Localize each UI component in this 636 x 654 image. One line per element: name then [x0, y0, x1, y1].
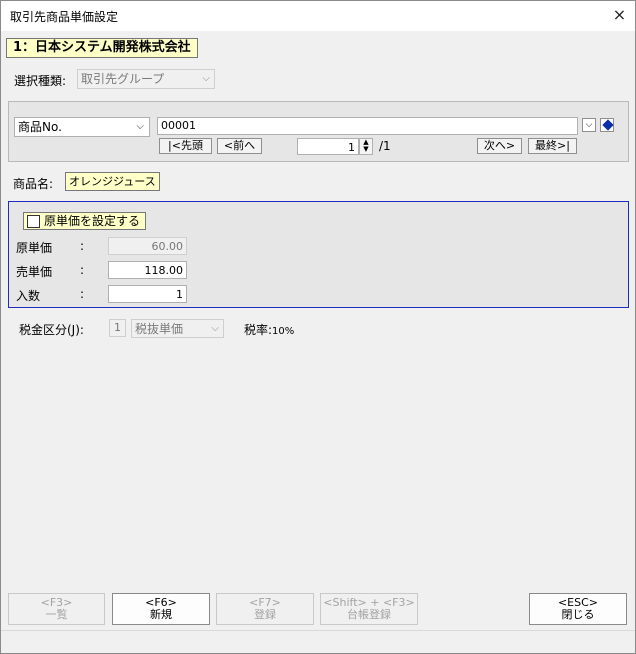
selection-type-label: 選択種類: [14, 74, 67, 88]
product-code-input[interactable]: 00001 [157, 117, 578, 135]
set-cost-label: 原単価を設定する [44, 214, 141, 228]
ledger-register-button-label: 台帳登録 [347, 608, 391, 621]
company-badge: 1：日本システム開発株式会社 [6, 38, 198, 58]
search-diamond-icon[interactable] [600, 118, 614, 132]
tax-rate-value: 10% [272, 326, 295, 337]
page-total: /1 [379, 139, 391, 153]
product-name-value: オレンジジュース [65, 172, 160, 191]
dialog-window [0, 0, 636, 654]
sell-price-label: 売単価 [16, 265, 53, 279]
footer-divider [1, 630, 635, 631]
tax-code-input[interactable]: 1 [109, 319, 126, 337]
new-button[interactable]: <F6> 新規 [112, 593, 210, 625]
register-button[interactable]: <F7> 登録 [216, 593, 314, 625]
cost-price-input[interactable]: 60.00 [108, 237, 187, 255]
sell-price-input[interactable]: 118.00 [108, 261, 187, 279]
prev-record-button[interactable]: <前へ [217, 138, 262, 154]
search-key-value: 商品No. [18, 120, 62, 134]
next-record-button[interactable]: 次へ> [477, 138, 522, 154]
product-name-label: 商品名: [13, 177, 54, 191]
register-button-label: 登録 [254, 608, 276, 621]
last-record-button[interactable]: 最終>| [528, 138, 577, 154]
dropdown-toggle-icon[interactable]: ⌵ [582, 118, 596, 132]
page-spinner[interactable]: ▲ ▼ [359, 138, 373, 155]
quantity-input[interactable]: 1 [108, 285, 187, 303]
sell-price-colon: : [80, 263, 85, 277]
chevron-down-icon: ⌵ [136, 121, 144, 132]
search-key-select[interactable]: 商品No. ⌵ [14, 117, 150, 137]
pricing-panel: 原単価を設定する [8, 201, 629, 308]
selection-type-value: 取引先グループ [81, 72, 165, 86]
quantity-label: 入数 [16, 289, 41, 303]
chevron-down-icon: ⌵ [202, 73, 210, 84]
cost-price-label: 原単価 [16, 241, 53, 255]
first-record-button[interactable]: |<先頭 [159, 138, 212, 154]
checkbox-box[interactable] [27, 215, 40, 228]
list-button[interactable]: <F3> 一覧 [8, 593, 105, 625]
selection-type-select[interactable]: 取引先グループ ⌵ [77, 69, 215, 89]
chevron-down-icon: ⌵ [211, 323, 219, 334]
tax-rate-label: 税率:10% [244, 323, 295, 337]
quantity-colon: : [80, 287, 85, 301]
page-number-input[interactable]: 1 [297, 138, 359, 155]
list-button-label: 一覧 [45, 608, 68, 621]
close-button-label: 閉じる [561, 608, 595, 621]
window-title: 取引先商品単価設定 [10, 10, 119, 24]
tax-type-label: 税金区分(J): [19, 323, 84, 337]
tax-type-select[interactable]: 税抜単価 ⌵ [131, 319, 224, 338]
close-icon[interactable]: × [604, 1, 635, 30]
set-cost-checkbox[interactable]: 原単価を設定する [23, 212, 147, 230]
spinner-down-icon[interactable]: ▼ [360, 146, 372, 153]
tax-type-value: 税抜単価 [135, 322, 184, 336]
close-button[interactable]: <ESC> 閉じる [529, 593, 627, 625]
ledger-register-button[interactable]: <Shift> + <F3> 台帳登録 [320, 593, 418, 625]
cost-price-colon: : [80, 239, 85, 253]
new-button-label: 新規 [150, 608, 172, 621]
